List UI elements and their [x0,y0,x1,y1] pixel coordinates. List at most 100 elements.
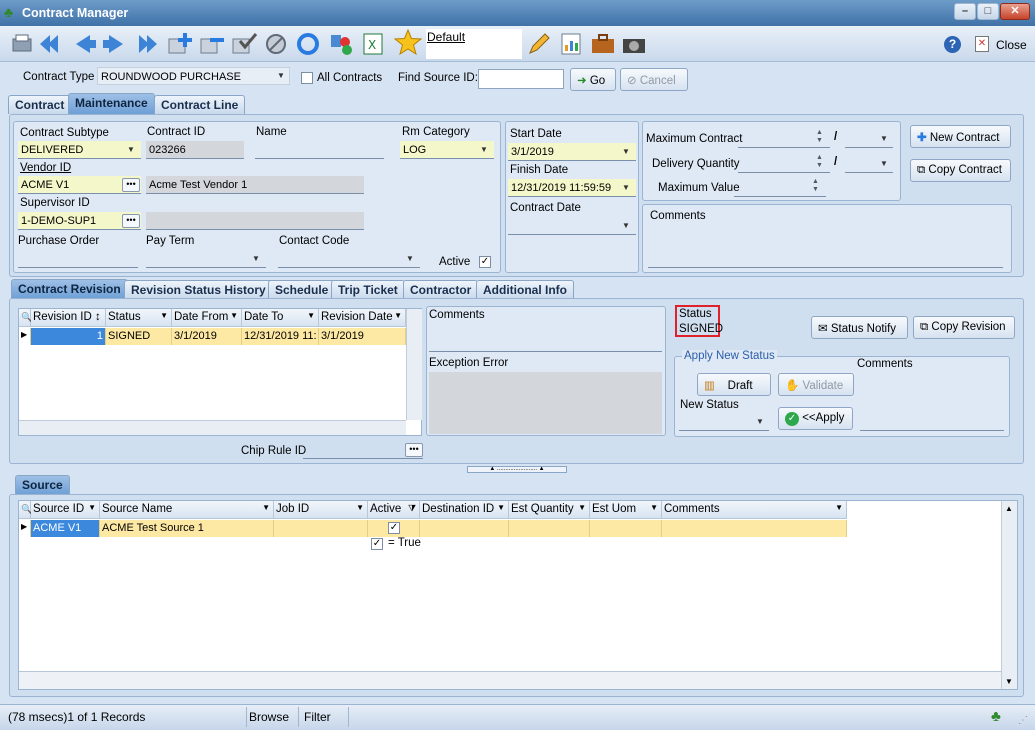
active-filter-checkbox[interactable]: ✓ [371,538,383,550]
column-header-source-name[interactable]: Source Name ▼ [100,501,274,519]
active-cell-checkbox[interactable]: ✓ [388,522,400,534]
last-record-icon[interactable] [133,31,161,57]
delete-record-icon[interactable] [198,31,226,57]
revision-grid-hscroll[interactable] [19,420,406,435]
chevron-down-icon[interactable]: ▼ [477,143,491,157]
tab-contract[interactable]: Contract [8,95,72,114]
comments-cell[interactable] [662,520,847,537]
chevron-down-icon[interactable]: ▼ [877,132,891,146]
briefcase-icon[interactable] [589,31,617,57]
next-record-icon[interactable] [101,31,129,57]
pay-term-select[interactable] [146,250,266,268]
column-header-status[interactable]: Status ▼ [106,309,172,327]
cancel-edit-icon[interactable] [262,31,290,57]
column-header-date-to[interactable]: Date To ▼ [242,309,319,327]
copy-contract-button[interactable]: ⧉ Copy Contract [910,159,1011,182]
cancel-button[interactable]: ⊘ Cancel [620,68,688,91]
close-window-button[interactable]: ✕ [1000,3,1030,20]
tab-contract-line[interactable]: Contract Line [154,95,246,114]
draft-button[interactable]: ▥ Draft [697,373,771,396]
tab-source[interactable]: Source [15,475,70,495]
revision-id-cell[interactable]: 1 [31,328,106,345]
refresh-icon[interactable] [294,31,322,57]
print-icon[interactable] [8,31,36,57]
est-uom-cell[interactable] [590,520,662,537]
excel-icon[interactable]: X [359,31,387,57]
chevron-down-icon[interactable]: ▼ [619,219,633,233]
save-record-icon[interactable] [230,31,258,57]
close-icon[interactable]: ✕ [975,36,989,52]
table-row[interactable]: ▶ 1 SIGNED 3/1/2019 12/31/2019 11: 3/1/2… [19,328,407,345]
revision-grid-vscroll[interactable] [406,309,422,420]
splitter-handle[interactable]: ▲ ........................ ▲ [467,466,567,473]
column-header-source-id[interactable]: Source ID ▼ [31,501,100,519]
chevron-down-icon[interactable]: ▼ [403,252,417,266]
revision-date-cell[interactable]: 3/1/2019 [319,328,406,345]
active-cell[interactable]: ✓ [368,520,420,537]
spinner-icon[interactable]: ▲ ▼ [812,178,819,194]
add-record-icon[interactable] [166,31,194,57]
contract-type-select[interactable]: ROUNDWOOD PURCHASE [97,67,290,85]
column-header-comments[interactable]: Comments ▼ [662,501,847,519]
tab-schedule[interactable]: Schedule [268,280,336,299]
vendor-id-label[interactable]: Vendor ID [20,162,71,174]
date-from-cell[interactable]: 3/1/2019 [172,328,242,345]
column-header-destination-id[interactable]: Destination ID ▼ [420,501,509,519]
all-contracts-checkbox[interactable] [301,72,313,84]
help-icon[interactable]: ? [944,36,961,53]
minimize-button[interactable]: – [954,3,976,20]
source-name-cell[interactable]: ACME Test Source 1 [100,520,274,537]
report-chart-icon[interactable] [557,31,585,57]
active-checkbox[interactable]: ✓ [479,256,491,268]
new-contract-button[interactable]: ✚ New Contract [910,125,1011,148]
table-row[interactable]: ▶ ACME V1 ACME Test Source 1 ✓ [19,520,847,537]
tab-maintenance[interactable]: Maintenance [68,93,155,114]
column-header-revision-date[interactable]: Revision Date ▼ [319,309,406,327]
default-layout-link[interactable]: Default [427,30,465,44]
column-header-est-uom[interactable]: Est Uom ▼ [590,501,662,519]
chevron-down-icon[interactable]: ▼ [753,415,767,429]
revision-comments-field[interactable] [429,334,662,352]
est-quantity-cell[interactable] [509,520,590,537]
tab-contractor[interactable]: Contractor [403,280,479,299]
go-button[interactable]: ➜ Go [570,68,616,91]
default-layout-field[interactable]: Default [426,29,522,59]
first-record-icon[interactable] [38,31,66,57]
edit-pencil-icon[interactable] [524,31,552,57]
previous-record-icon[interactable] [70,31,98,57]
validate-button[interactable]: ✋ Validate [778,373,854,396]
purchase-order-field[interactable] [18,250,138,268]
favorite-star-icon[interactable] [393,28,424,56]
contract-subtype-select[interactable]: DELIVERED [18,141,141,159]
chip-rule-lookup-button[interactable]: ••• [405,443,423,457]
chevron-down-icon[interactable]: ▼ [274,69,288,83]
column-header-date-from[interactable]: Date From ▼ [172,309,242,327]
find-source-input[interactable] [478,69,564,89]
filter-icon[interactable]: ⧩ [408,503,416,514]
tab-trip-ticket[interactable]: Trip Ticket [331,280,405,299]
flow-icon[interactable] [327,31,355,57]
date-to-cell[interactable]: 12/31/2019 11: [242,328,319,345]
column-header-est-quantity[interactable]: Est Quantity ▼ [509,501,590,519]
source-id-cell[interactable]: ACME V1 [31,520,100,537]
camera-icon[interactable] [620,31,648,57]
spinner-icon[interactable]: ▲ ▼ [816,154,823,170]
apply-comments-field[interactable] [860,413,1004,431]
copy-revision-button[interactable]: ⧉ Copy Revision [913,316,1015,339]
tab-additional-info[interactable]: Additional Info [476,280,574,299]
chevron-down-icon[interactable]: ▼ [619,145,633,159]
contact-code-select[interactable] [278,250,420,268]
tab-revision-status-history[interactable]: Revision Status History [124,280,273,299]
name-field[interactable] [255,141,384,159]
close-button-label[interactable]: Close [996,38,1027,52]
apply-button[interactable]: ✓ <<Apply [778,407,853,430]
job-id-cell[interactable] [274,520,368,537]
column-header-active[interactable]: Active ⧩ [368,501,420,519]
tab-contract-revision[interactable]: Contract Revision [11,279,128,299]
status-notify-button[interactable]: ✉ Status Notify [811,316,908,339]
destination-id-cell[interactable] [420,520,509,537]
source-grid-vscroll[interactable]: ▲ ▼ [1001,501,1017,689]
comments-field[interactable] [648,250,1003,268]
chevron-down-icon[interactable]: ▼ [877,157,891,171]
start-date-field[interactable]: 3/1/2019 [508,143,636,161]
